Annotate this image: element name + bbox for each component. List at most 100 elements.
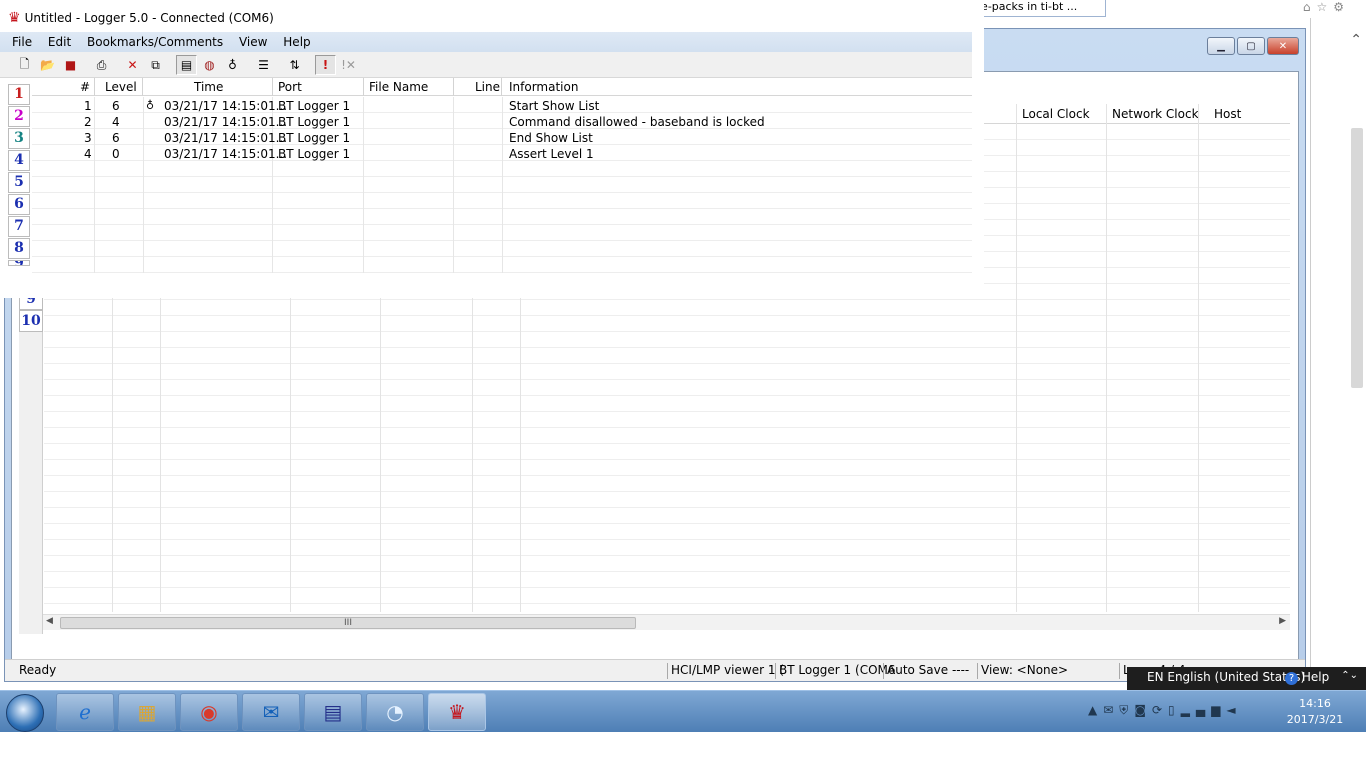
status-viewer: HCI/LMP viewer 1 (: [667, 663, 784, 679]
cell-num: 4: [84, 147, 92, 161]
row-button-8[interactable]: 8: [8, 238, 30, 259]
stop-icon[interactable]: ◍: [199, 55, 220, 75]
status-view: View: <None>: [977, 663, 1068, 679]
file-explorer-icon[interactable]: ▦: [118, 693, 176, 731]
cell-time: 03/21/17 14:15:01...: [164, 115, 288, 129]
row-button-5[interactable]: 5: [8, 172, 30, 193]
filter-icon[interactable]: ▤: [176, 55, 197, 75]
browser-tab[interactable]: ce-packs in ti-bt ...: [970, 0, 1106, 17]
logger-icon[interactable]: ♛: [428, 693, 486, 731]
open-folder-icon[interactable]: 📂: [37, 55, 58, 75]
row-button-7[interactable]: 7: [8, 216, 30, 237]
menu-bookmarks[interactable]: Bookmarks/Comments: [81, 32, 229, 49]
outlook-icon[interactable]: ✉: [242, 693, 300, 731]
col-line[interactable]: Line: [475, 80, 500, 94]
scroll-thumb[interactable]: III: [60, 617, 636, 629]
cell-port: BT Logger 1: [278, 115, 351, 129]
copy-icon[interactable]: ⧉: [145, 55, 166, 75]
menu-file[interactable]: File: [0, 32, 38, 49]
horizontal-scrollbar[interactable]: ◀ III ▶: [42, 614, 1290, 630]
row-button-4[interactable]: 4: [8, 150, 30, 171]
scroll-lock-icon[interactable]: ⇅: [284, 55, 305, 75]
table-row[interactable]: 3 6 03/21/17 14:15:01... BT Logger 1 End Sho…: [32, 130, 972, 146]
cell-num: 1: [84, 99, 92, 113]
scroll-right-icon[interactable]: ▶: [1279, 616, 1286, 626]
menu-help[interactable]: Help: [277, 32, 316, 49]
network-icon[interactable]: ▂▄▆: [1181, 703, 1227, 717]
table-row[interactable]: 2 4 03/21/17 14:15:01... BT Logger 1 Command…: [32, 114, 972, 130]
table-row[interactable]: 4 0 03/21/17 14:15:01... BT Logger 1 Assert …: [32, 146, 972, 162]
bookmark-icon[interactable]: ♁: [222, 55, 243, 75]
new-file-icon[interactable]: 🗋: [14, 55, 35, 75]
toolbar: 🗋 📂 ■ ⎙ ✕ ⧉ ▤ ◍ ♁ ☰ ⇅ ! !✕: [0, 52, 972, 78]
col-local-clock[interactable]: Local Clock: [1022, 107, 1090, 121]
row-button-3[interactable]: 3: [8, 128, 30, 149]
scroll-left-icon[interactable]: ◀: [46, 616, 53, 626]
delete-icon[interactable]: ✕: [122, 55, 143, 75]
browser-scrollbar[interactable]: [1351, 128, 1363, 388]
tray-expand-icon[interactable]: ▲: [1088, 703, 1103, 717]
outlook-tray-icon[interactable]: ◙: [1134, 703, 1152, 717]
language-bar[interactable]: EN English (United States) ? Help ⌃⌄: [1127, 667, 1366, 690]
menu-edit[interactable]: Edit: [42, 32, 77, 49]
device-icon[interactable]: ▯: [1168, 703, 1181, 717]
col-port[interactable]: Port: [278, 80, 302, 94]
chrome-icon[interactable]: ◉: [180, 693, 238, 731]
cell-info: End Show List: [509, 131, 593, 145]
volume-icon[interactable]: ◄: [1226, 703, 1241, 717]
mail-icon[interactable]: ✉: [1103, 703, 1119, 717]
bg-row-gutter: 9 10: [19, 288, 43, 634]
clock[interactable]: 14:16 2017/3/21: [1280, 696, 1350, 728]
notepad-icon[interactable]: ▤: [304, 693, 362, 731]
alert-clear-icon[interactable]: !✕: [338, 55, 359, 75]
print-icon[interactable]: ⎙: [91, 55, 112, 75]
status-bar: Ready HCI/LMP viewer 1 ( BT Logger 1 (CO…: [5, 659, 1305, 681]
help-label[interactable]: Help: [1302, 670, 1329, 684]
col-num[interactable]: #: [80, 80, 90, 94]
internet-explorer-icon[interactable]: ℯ: [56, 693, 114, 731]
col-file-name[interactable]: File Name: [369, 80, 428, 94]
cell-num: 3: [84, 131, 92, 145]
status-autosave: Auto Save ----: [883, 663, 969, 679]
menu-view[interactable]: View: [233, 32, 273, 49]
save-icon[interactable]: ■: [60, 55, 81, 75]
star-icon[interactable]: ☆: [1316, 0, 1333, 14]
compass-icon[interactable]: ◔: [366, 693, 424, 731]
row-button-6[interactable]: 6: [8, 194, 30, 215]
title-bar[interactable]: ♛ Untitled - Logger 5.0 - Connected (COM6…: [0, 0, 972, 32]
logger-app-icon: ♛: [8, 10, 21, 26]
scroll-up-icon[interactable]: ⌃: [1350, 32, 1362, 48]
cell-info: Start Show List: [509, 99, 600, 113]
close-button[interactable]: ✕: [1267, 37, 1299, 55]
row-button-9[interactable]: 9: [8, 260, 30, 266]
table-row[interactable]: 1 6 03/21/17 14:15:01... BT Logger 1 Start S…: [32, 98, 972, 114]
col-time[interactable]: Time: [194, 80, 223, 94]
properties-icon[interactable]: ☰: [253, 55, 274, 75]
cell-level: 4: [112, 115, 120, 129]
cell-num: 2: [84, 115, 92, 129]
system-tray: ▲✉⛨◙⟳▯▂▄▆◄: [1088, 703, 1242, 718]
cell-port: BT Logger 1: [278, 99, 351, 113]
language-label[interactable]: EN English (United States): [1147, 670, 1305, 684]
minimize-button[interactable]: ▁: [1207, 37, 1235, 55]
col-level[interactable]: Level: [105, 80, 137, 94]
col-information[interactable]: Information: [509, 80, 578, 94]
browser-pane: ⌃: [1310, 18, 1366, 690]
start-button[interactable]: [6, 694, 44, 732]
home-icon[interactable]: ⌂: [1303, 0, 1317, 14]
sync-icon[interactable]: ⟳: [1152, 703, 1168, 717]
maximize-button[interactable]: ▢: [1237, 37, 1265, 55]
col-host[interactable]: Host: [1214, 107, 1241, 121]
gear-icon[interactable]: ⚙: [1333, 0, 1350, 14]
row-button-2[interactable]: 2: [8, 106, 30, 127]
row-button-10[interactable]: 10: [19, 310, 43, 332]
security-icon[interactable]: ⛨: [1119, 703, 1134, 717]
language-bar-options-icon[interactable]: ⌃⌄: [1341, 670, 1358, 681]
row-button-1[interactable]: 1: [8, 84, 30, 105]
window-title: Untitled - Logger 5.0 - Connected (COM6): [24, 11, 274, 25]
alert-icon[interactable]: !: [315, 55, 336, 75]
col-network-clock[interactable]: Network Clock: [1112, 107, 1199, 121]
bookmark-icon[interactable]: ♁: [146, 99, 154, 112]
cell-port: BT Logger 1: [278, 131, 351, 145]
log-column-header: # Level Time Port File Name Line Informa…: [32, 78, 972, 96]
